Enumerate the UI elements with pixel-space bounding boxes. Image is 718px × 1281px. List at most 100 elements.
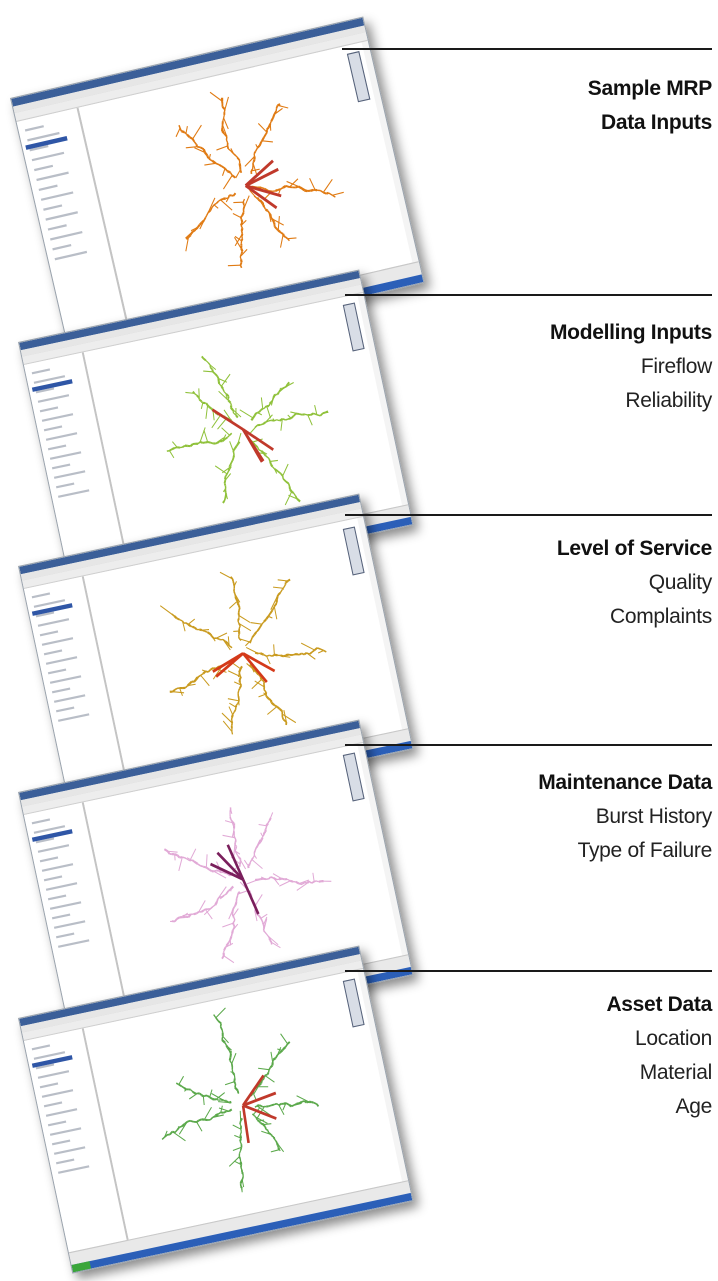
pipe-segment: [316, 647, 321, 650]
pipe-segment: [233, 590, 236, 595]
pipe-segment: [226, 434, 231, 439]
pipe-segment: [192, 390, 196, 395]
pipe-segment: [233, 1081, 237, 1085]
pipe-segment: [231, 194, 234, 197]
pipe-segment: [193, 860, 199, 865]
pipe-segment: [169, 690, 173, 693]
pipe-segment: [178, 124, 181, 129]
pipe-segment: [207, 631, 212, 636]
pipe-segment: [233, 1074, 236, 1079]
pipe-segment: [281, 711, 284, 715]
pipe-segment: [171, 613, 175, 617]
pipe-segment: [260, 423, 264, 426]
pipe-segment: [230, 576, 234, 580]
connector-line-asset: [345, 970, 712, 972]
pipe-segment: [260, 407, 264, 411]
pipe-segment: [176, 916, 181, 920]
pipe-segment: [228, 1108, 233, 1113]
pipe-segment: [278, 1102, 282, 1107]
pipe-segment: [223, 133, 228, 138]
pipe-segment: [265, 1105, 269, 1108]
pipe-segment: [264, 1105, 267, 1108]
pipe-segment: [207, 441, 211, 444]
pipe-segment: [277, 229, 281, 233]
pipe-segment: [195, 226, 199, 231]
pipe-segment: [196, 224, 201, 229]
pipe-segment: [255, 147, 259, 152]
pipe-segment: [200, 865, 204, 868]
pipe-segment: [271, 190, 276, 193]
pipe-segment: [238, 1156, 242, 1160]
pipe-segment: [237, 693, 240, 697]
pipe-segment: [230, 714, 234, 718]
pipe-segment: [220, 1098, 224, 1101]
label-heading-maintenance: Maintenance Data: [538, 771, 712, 794]
pipe-segment: [272, 113, 276, 119]
label-mrp: Sample MRP Data Inputs: [588, 72, 713, 140]
pipe-segment: [188, 1088, 191, 1091]
pipe-segment: [232, 452, 235, 456]
pipe-branch: [279, 880, 291, 887]
pipe-segment: [179, 916, 183, 919]
pipe-segment: [233, 835, 236, 839]
pipe-segment: [196, 394, 200, 399]
pipe-segment: [258, 652, 261, 655]
pipe-segment: [281, 475, 284, 479]
pipe-segment: [252, 159, 256, 163]
pipe-segment: [229, 807, 232, 810]
pipe-segment: [263, 406, 266, 409]
layer-entry: [43, 649, 63, 656]
pipe-segment: [182, 686, 186, 690]
pipe-segment: [225, 136, 228, 141]
pipe-segment: [252, 1113, 255, 1117]
pipe-segment: [240, 1144, 243, 1148]
pipe-branch: [246, 879, 258, 885]
pipe-segment: [207, 1119, 211, 1121]
pipe-segment: [256, 1119, 260, 1122]
pipe-branch: [159, 605, 175, 617]
pipe-segment: [223, 950, 225, 953]
pipe-segment: [209, 159, 213, 162]
layer-entry: [47, 444, 67, 451]
label-line-mrp-1: Data Inputs: [600, 111, 712, 134]
pipe-segment: [221, 1032, 224, 1037]
pipe-segment: [195, 442, 199, 445]
pipe-branch: [219, 571, 233, 580]
pipe-segment: [252, 856, 255, 859]
pipe-segment: [313, 1101, 317, 1105]
layer-entry: [57, 1165, 90, 1174]
pipe-segment: [234, 837, 237, 841]
pipe-segment: [161, 1136, 166, 1141]
pipe-segment: [179, 619, 183, 622]
pipe-segment: [253, 150, 257, 155]
pipe-segment: [240, 233, 244, 237]
pipe-segment: [221, 105, 226, 111]
pipe-segment: [266, 1071, 270, 1076]
pipe-segment: [229, 885, 234, 890]
pipe-segment: [237, 610, 240, 614]
pipe-segment: [221, 103, 224, 107]
pipe-segment: [272, 1136, 276, 1140]
pipe-segment: [268, 403, 271, 407]
pipe-branch: [223, 117, 229, 130]
pipe-segment: [174, 446, 178, 449]
pipe-segment: [232, 454, 236, 458]
pipe-segment: [221, 124, 224, 129]
pipe-segment: [259, 838, 263, 843]
pipe-segment: [242, 201, 245, 206]
pipe-segment: [239, 264, 243, 269]
pipe-segment: [271, 466, 276, 470]
pipe-segment: [236, 854, 240, 858]
pipe-segment: [278, 1051, 281, 1055]
pipe-segment: [287, 578, 291, 582]
pipe-segment: [238, 864, 241, 867]
pipe-segment: [232, 1071, 236, 1076]
pipe-segment: [309, 1100, 312, 1104]
pipe-segment: [251, 633, 256, 639]
pipe-segment: [229, 405, 233, 409]
pipe-segment: [212, 371, 216, 375]
pipe-segment: [289, 488, 293, 493]
pipe-branch: [205, 854, 208, 868]
pipe-branch: [260, 397, 264, 409]
pipe-segment: [203, 908, 206, 911]
